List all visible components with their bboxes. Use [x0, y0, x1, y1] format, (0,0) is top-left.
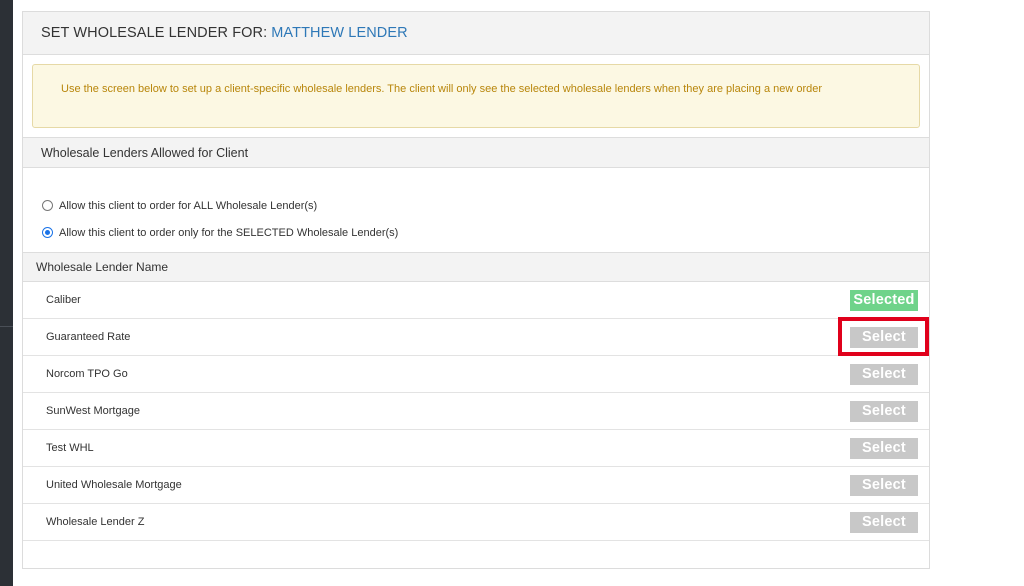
wholesale-lender-panel: SET WHOLESALE LENDER FOR: MATTHEW LENDER… — [22, 11, 930, 569]
select-button[interactable]: Select — [850, 400, 918, 422]
radio-selected-lenders[interactable] — [42, 227, 53, 238]
option-all-lenders[interactable]: Allow this client to order for ALL Whole… — [42, 192, 929, 219]
lender-name: Test WHL — [46, 442, 94, 454]
lender-name: United Wholesale Mortgage — [46, 479, 182, 491]
option-all-lenders-label: Allow this client to order for ALL Whole… — [59, 199, 318, 212]
section-title: Wholesale Lenders Allowed for Client — [23, 137, 929, 168]
lender-scope-options: Allow this client to order for ALL Whole… — [23, 168, 929, 252]
table-row: Guaranteed Rate Select — [23, 316, 929, 356]
nav-divider — [0, 326, 13, 327]
lender-name: Guaranteed Rate — [46, 331, 131, 343]
select-button[interactable]: Select — [850, 511, 918, 533]
option-selected-lenders-label: Allow this client to order only for the … — [59, 226, 399, 239]
notice-text: Use the screen below to set up a client-… — [61, 83, 823, 95]
client-name: MATTHEW LENDER — [271, 25, 408, 41]
table-row: United Wholesale Mortgage Select — [23, 467, 929, 504]
lender-table-body: Caliber Selected Guaranteed Rate Select … — [23, 282, 929, 541]
selected-button[interactable]: Selected — [850, 289, 918, 311]
lender-name: Norcom TPO Go — [46, 368, 128, 380]
select-button[interactable]: Select — [850, 326, 918, 348]
lender-name: Wholesale Lender Z — [46, 516, 145, 528]
section-title-text: Wholesale Lenders Allowed for Client — [41, 145, 249, 160]
lender-name: Caliber — [46, 294, 81, 306]
lender-name: SunWest Mortgage — [46, 405, 140, 417]
select-button[interactable]: Select — [850, 437, 918, 459]
table-row: Norcom TPO Go Select — [23, 356, 929, 393]
column-header-lender-name: Wholesale Lender Name — [36, 260, 169, 274]
table-row: Test WHL Select — [23, 430, 929, 467]
side-nav-strip — [0, 0, 13, 586]
select-button[interactable]: Select — [850, 363, 918, 385]
select-button[interactable]: Select — [850, 474, 918, 496]
option-selected-lenders[interactable]: Allow this client to order only for the … — [42, 219, 929, 246]
radio-all-lenders[interactable] — [42, 200, 53, 211]
info-notice: Use the screen below to set up a client-… — [32, 64, 920, 128]
table-row: SunWest Mortgage Select — [23, 393, 929, 430]
table-row: Wholesale Lender Z Select — [23, 504, 929, 541]
table-row: Caliber Selected — [23, 282, 929, 319]
table-header: Wholesale Lender Name — [23, 252, 929, 282]
panel-header: SET WHOLESALE LENDER FOR: MATTHEW LENDER — [23, 12, 929, 55]
page-title: SET WHOLESALE LENDER FOR: — [41, 25, 268, 41]
